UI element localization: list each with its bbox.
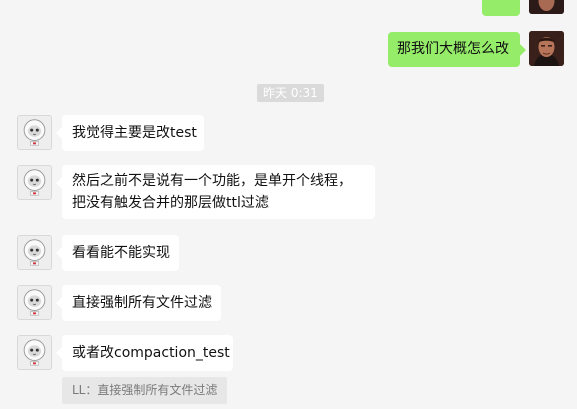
incoming-message-bubble[interactable]: 看看能不能实现 xyxy=(56,235,179,271)
incoming-message-bubble[interactable]: 直接强制所有文件过滤 xyxy=(56,285,221,321)
contact-avatar[interactable] xyxy=(17,165,52,200)
chat-history[interactable]: 那我们大概怎么改 昨天 0:31 我觉得主要是改test 然后之前不是说有一个功… xyxy=(0,0,577,409)
self-avatar[interactable] xyxy=(529,31,564,66)
contact-avatar[interactable] xyxy=(17,235,52,270)
message-text: 或者改compaction_test xyxy=(72,345,230,361)
previous-outgoing-bubble[interactable] xyxy=(482,0,520,16)
message-text: 然后之前不是说有一个功能，是单开个线程，把没有触发合并的那层做ttl过滤 xyxy=(72,173,352,211)
timestamp-badge: 昨天 0:31 xyxy=(257,84,324,102)
incoming-message-bubble[interactable]: 然后之前不是说有一个功能，是单开个线程，把没有触发合并的那层做ttl过滤 xyxy=(56,165,375,219)
outgoing-message-bubble[interactable]: 那我们大概怎么改 xyxy=(388,32,526,67)
incoming-message-bubble[interactable]: 我觉得主要是改test xyxy=(56,115,204,151)
message-text: 那我们大概怎么改 xyxy=(397,41,509,57)
contact-avatar[interactable] xyxy=(17,335,52,370)
contact-avatar[interactable] xyxy=(17,285,52,320)
message-text: 我觉得主要是改test xyxy=(72,125,197,141)
message-text: 直接强制所有文件过滤 xyxy=(72,295,212,311)
message-text: 看看能不能实现 xyxy=(72,245,170,261)
incoming-message-bubble[interactable]: 或者改compaction_test xyxy=(56,335,233,371)
contact-avatar[interactable] xyxy=(17,115,52,150)
self-avatar-partial[interactable] xyxy=(529,0,564,14)
quoted-message[interactable]: LL：直接强制所有文件过滤 xyxy=(62,377,228,404)
